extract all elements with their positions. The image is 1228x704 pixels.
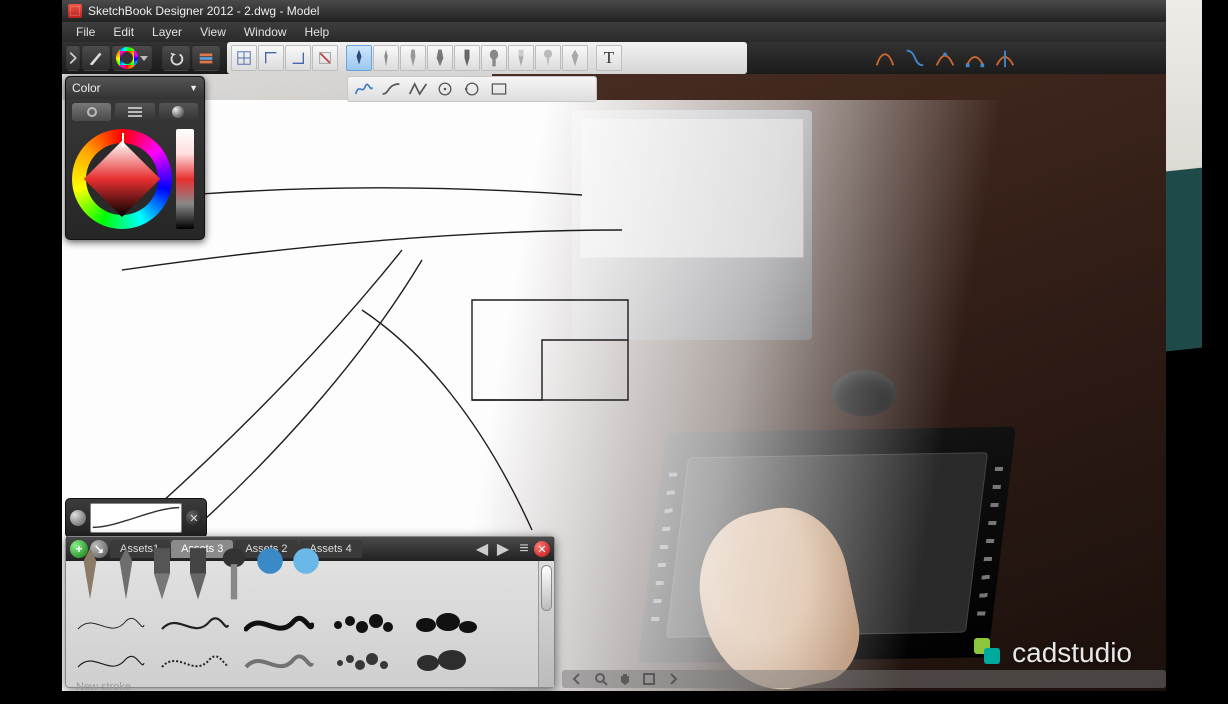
canvas-status-bar [562, 670, 1166, 688]
stroke-free-button[interactable] [352, 78, 376, 100]
preset-brush-icon[interactable] [218, 567, 250, 603]
layers-stack-button[interactable] [192, 45, 220, 71]
stroke-sample[interactable] [328, 607, 398, 639]
stroke-sample[interactable] [412, 607, 482, 639]
color-panel-title: Color [72, 81, 101, 95]
assets-body: New stroke [66, 561, 538, 687]
color-panel-header[interactable]: Color ▼ [66, 77, 204, 99]
preset-pencil2-icon[interactable] [110, 567, 142, 603]
brush-nib-toolbar: T [227, 42, 747, 74]
chevron-down-icon[interactable]: ▼ [189, 83, 198, 93]
pressure-curve-graph[interactable] [90, 503, 182, 533]
pressure-curve-widget[interactable]: ✕ [65, 498, 207, 538]
handle-left-icon[interactable] [70, 510, 86, 526]
stroke-sample[interactable] [244, 607, 314, 639]
app-icon [68, 4, 82, 18]
color-diamond[interactable] [84, 141, 160, 217]
brush-preset-row [66, 561, 538, 605]
curve-split-icon[interactable] [992, 45, 1018, 71]
circle-icon [87, 107, 97, 117]
stroke-sample[interactable] [160, 607, 230, 639]
color-ring-button[interactable] [112, 45, 152, 71]
assets-footer-label: New stroke [66, 679, 538, 695]
text-tool-button[interactable]: T [596, 45, 622, 71]
preset-watercolor-icon[interactable] [290, 567, 322, 603]
menu-file[interactable]: File [68, 23, 103, 41]
menu-view[interactable]: View [192, 23, 234, 41]
menu-help[interactable]: Help [297, 23, 338, 41]
prev-page-icon[interactable]: ◀ [474, 541, 490, 557]
menu-layer[interactable]: Layer [144, 23, 190, 41]
snap-grid-button[interactable] [231, 45, 257, 71]
menu-bar: File Edit Layer View Window Help [62, 22, 1166, 42]
nib-highlighter-button[interactable] [508, 45, 534, 71]
snap-corner-button[interactable] [285, 45, 311, 71]
stroke-samples [66, 605, 538, 679]
chevron-down-icon [140, 56, 148, 61]
curve-join-icon[interactable] [932, 45, 958, 71]
ellipse-3pt-button[interactable] [460, 78, 484, 100]
undo-button[interactable] [162, 45, 190, 71]
scrollbar-thumb[interactable] [541, 565, 552, 611]
stroke-sample[interactable] [76, 645, 146, 677]
snap-perp-button[interactable] [258, 45, 284, 71]
menu-icon[interactable]: ≡ [516, 541, 532, 557]
window-title: SketchBook Designer 2012 - 2.dwg - Model [88, 4, 319, 18]
stroke-sample[interactable] [76, 607, 146, 639]
color-wheel[interactable] [72, 129, 172, 229]
stroke-s-button[interactable] [379, 78, 403, 100]
nav-right-icon[interactable] [666, 672, 680, 686]
nib-thin-button[interactable] [373, 45, 399, 71]
preset-airbrush-icon[interactable] [254, 567, 286, 603]
nib-pen-button[interactable] [346, 45, 372, 71]
brush-tool[interactable] [82, 45, 110, 71]
zoom-icon[interactable] [594, 672, 608, 686]
preset-marker-icon[interactable] [146, 567, 178, 603]
rect-button[interactable] [487, 78, 511, 100]
color-panel[interactable]: Color ▼ [65, 76, 205, 240]
nib-marker-button[interactable] [400, 45, 426, 71]
preset-marker2-icon[interactable] [182, 567, 214, 603]
app-stage: cadstudio SketchBook Designer 2012 - 2.d… [62, 0, 1166, 691]
nib-chisel-button[interactable] [454, 45, 480, 71]
close-panel-icon[interactable]: ✕ [534, 541, 550, 557]
stroke-sample[interactable] [244, 645, 314, 677]
fit-icon[interactable] [642, 672, 656, 686]
menu-edit[interactable]: Edit [105, 23, 142, 41]
hand-pan-icon[interactable] [618, 672, 632, 686]
nib-soft-button[interactable] [535, 45, 561, 71]
next-page-icon[interactable]: ▶ [495, 541, 511, 557]
collapse-handle[interactable] [66, 45, 80, 71]
color-mode-sphere[interactable] [159, 103, 198, 121]
menu-window[interactable]: Window [236, 23, 295, 41]
curve-bezier-icon[interactable] [872, 45, 898, 71]
assets-panel: + ↘ Assets1 Assets 3 Assets 2 Assets 4 ◀… [65, 536, 555, 688]
sliders-icon [128, 107, 142, 117]
shape-toolbar [347, 76, 597, 102]
color-mode-switch [66, 99, 204, 125]
nib-airbrush-button[interactable] [481, 45, 507, 71]
color-ring-icon [116, 47, 138, 69]
curve-edit-icon[interactable] [962, 45, 988, 71]
curve-s-icon[interactable] [902, 45, 928, 71]
curve-tools-row [866, 42, 1166, 74]
hue-pointer-icon [122, 133, 124, 147]
title-bar: SketchBook Designer 2012 - 2.dwg - Model [62, 0, 1166, 22]
sphere-icon [172, 106, 184, 118]
snap-off-button[interactable] [312, 45, 338, 71]
color-mode-sliders[interactable] [115, 103, 154, 121]
nib-hard-button[interactable] [562, 45, 588, 71]
nav-left-icon[interactable] [570, 672, 584, 686]
ellipse-center-button[interactable] [433, 78, 457, 100]
stroke-sample[interactable] [412, 645, 482, 677]
stroke-sample[interactable] [160, 645, 230, 677]
close-icon[interactable]: ✕ [186, 510, 202, 526]
stroke-sample[interactable] [328, 645, 398, 677]
nib-marker2-button[interactable] [427, 45, 453, 71]
preset-pencil-icon[interactable] [74, 567, 106, 603]
color-mode-wheel[interactable] [72, 103, 111, 121]
stroke-n-button[interactable] [406, 78, 430, 100]
value-slider[interactable] [176, 129, 194, 229]
assets-scrollbar[interactable] [538, 561, 554, 687]
